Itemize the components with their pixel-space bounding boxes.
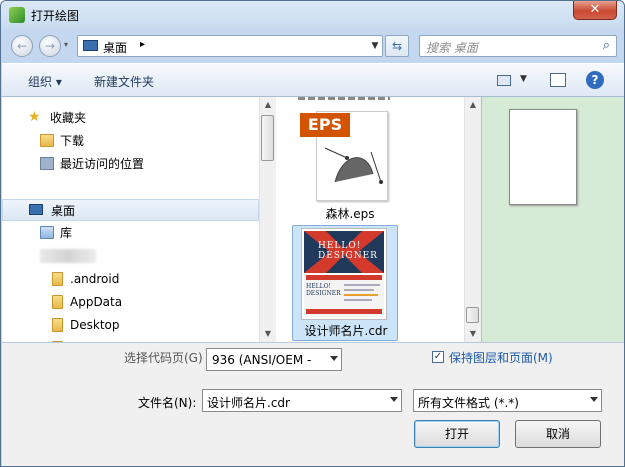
recent-places-icon: [40, 157, 54, 170]
browser-area: ★ 收藏夹 下载 最近访问的位置 桌面 库 .android AppData D…: [2, 97, 624, 342]
filetype-value: 所有文件格式 (*.*): [418, 396, 519, 410]
nav-desktop-folder[interactable]: Desktop: [2, 314, 259, 336]
filetype-select[interactable]: 所有文件格式 (*.*): [413, 389, 602, 412]
file-item-eps[interactable]: EPS 森林.eps: [290, 107, 410, 229]
view-icon[interactable]: [497, 75, 511, 86]
filename-input[interactable]: 设计师名片.cdr: [202, 389, 402, 412]
codepage-value: 936 (ANSI/OEM -: [212, 353, 312, 367]
nav-android-label: .android: [70, 272, 120, 286]
nav-favorites-label: 收藏夹: [50, 111, 87, 125]
card-back: HELLO! DESIGNER: [304, 275, 384, 317]
scroll-thumb[interactable]: [466, 307, 479, 323]
command-toolbar: 组织 ▾ 新建文件夹 ▼ ?: [2, 63, 624, 97]
card-back-hello: HELLO!: [306, 283, 331, 290]
card-hello-text: HELLO!: [318, 241, 362, 251]
star-icon: ★: [28, 109, 41, 125]
back-button[interactable]: ←: [11, 35, 33, 57]
keep-layers-label[interactable]: 保持图层和页面(M): [449, 349, 553, 366]
nav-desktop[interactable]: 桌面: [2, 199, 259, 221]
card-back-designer: DESIGNER: [306, 290, 341, 297]
downloads-folder-icon: [40, 134, 54, 147]
card-line: [344, 294, 378, 296]
card-line: [344, 284, 380, 286]
codepage-select[interactable]: 936 (ANSI/OEM -: [206, 348, 342, 371]
chevron-down-icon: [330, 356, 338, 361]
card-line: [344, 289, 374, 291]
open-drawing-dialog: 打开绘图 ✕ ← → ▾ 桌面 ▸ ▼ ⇆ 搜索 桌面 ⌕ 组织 ▾ 新建文件夹…: [0, 0, 625, 467]
filename-value: 设计师名片.cdr: [207, 396, 290, 410]
open-button[interactable]: 打开: [414, 420, 500, 448]
nav-android[interactable]: .android: [2, 268, 259, 290]
refresh-button[interactable]: ⇆: [385, 35, 409, 57]
file-list: EPS 森林.eps HELLO! DESIGNER HELLO! DESIGN…: [276, 97, 464, 342]
folder-icon: [52, 272, 63, 286]
dialog-footer: 选择代码页(G) 936 (ANSI/OEM - ✓ 保持图层和页面(M) 文件…: [2, 342, 624, 466]
library-icon: [40, 226, 54, 239]
chevron-down-icon[interactable]: [390, 397, 398, 402]
scroll-up-icon[interactable]: ▲: [260, 97, 276, 113]
cdr-thumbnail: HELLO! DESIGNER HELLO! DESIGNER: [301, 228, 387, 320]
window-title: 打开绘图: [31, 9, 80, 23]
preview-pane-toggle-icon[interactable]: [550, 73, 566, 87]
scroll-down-icon[interactable]: ▼: [465, 326, 481, 342]
preview-page: [509, 109, 577, 205]
address-text: 桌面: [103, 41, 128, 55]
nav-user-folder[interactable]: [2, 245, 259, 267]
help-icon[interactable]: ?: [586, 71, 604, 89]
forward-button[interactable]: →: [39, 35, 61, 57]
nav-favorites[interactable]: ★ 收藏夹: [2, 107, 259, 129]
file-name-cdr: 设计师名片.cdr: [304, 324, 388, 338]
address-bar[interactable]: 桌面 ▸: [77, 35, 383, 57]
filename-label: 文件名(N):: [138, 396, 197, 410]
title-bar: 打开绘图 ✕: [1, 1, 624, 29]
nav-scrollbar[interactable]: ▲ ▼: [259, 97, 276, 342]
nav-library[interactable]: 库: [2, 222, 259, 244]
navigation-pane: ★ 收藏夹 下载 最近访问的位置 桌面 库 .android AppData D…: [2, 97, 259, 342]
scroll-down-icon[interactable]: ▼: [260, 326, 276, 342]
close-button[interactable]: ✕: [573, 1, 617, 20]
partial-filename: [298, 97, 390, 100]
nav-downloads[interactable]: 下载: [2, 130, 259, 152]
file-list-scrollbar[interactable]: ▲ ▼: [464, 97, 481, 342]
card-front: HELLO! DESIGNER: [304, 231, 384, 273]
desktop-icon: [83, 40, 98, 51]
view-dropdown-icon[interactable]: ▼: [520, 74, 527, 84]
nav-recent-label: 最近访问的位置: [60, 157, 145, 171]
recent-pages-icon[interactable]: ▾: [64, 40, 68, 49]
chevron-down-icon: [590, 397, 598, 402]
file-item-cdr-selected[interactable]: HELLO! DESIGNER HELLO! DESIGNER 设计师名片.cd…: [292, 225, 398, 341]
scroll-up-icon[interactable]: ▲: [465, 97, 481, 113]
codepage-label: 选择代码页(G): [124, 351, 203, 365]
cancel-button[interactable]: 取消: [515, 420, 601, 448]
file-name-eps: 森林.eps: [325, 207, 375, 221]
card-back-stripe: [306, 275, 382, 280]
navigation-bar: ← → ▾ 桌面 ▸ ▼ ⇆ 搜索 桌面 ⌕: [1, 29, 624, 63]
card-designer-text: DESIGNER: [318, 251, 378, 261]
search-icon[interactable]: ⌕: [603, 38, 610, 53]
nav-library-label: 库: [60, 226, 73, 240]
folder-icon: [52, 295, 63, 309]
preview-pane: [481, 97, 624, 342]
blurred-user-name: [40, 249, 96, 263]
nav-appdata[interactable]: AppData: [2, 291, 259, 313]
keep-layers-checkbox[interactable]: ✓: [432, 351, 444, 363]
address-dropdown-icon[interactable]: ▼: [367, 35, 383, 57]
app-icon: [9, 7, 25, 23]
scroll-thumb[interactable]: [261, 115, 274, 161]
nav-recent[interactable]: 最近访问的位置: [2, 153, 259, 175]
search-placeholder: 搜索 桌面: [426, 41, 478, 55]
new-folder-button[interactable]: 新建文件夹: [94, 73, 154, 90]
folder-icon: [52, 318, 63, 332]
search-box[interactable]: 搜索 桌面 ⌕: [419, 35, 617, 57]
nav-desktop-label: 桌面: [51, 204, 76, 218]
nav-appdata-label: AppData: [70, 295, 123, 309]
address-chevron-icon[interactable]: ▸: [140, 39, 145, 50]
desktop-icon: [29, 204, 43, 215]
card-line: [344, 299, 372, 301]
organize-menu[interactable]: 组织 ▾: [28, 73, 62, 90]
nav-downloads-label: 下载: [60, 134, 85, 148]
card-back-stripe: [306, 309, 382, 314]
eps-badge: EPS: [300, 113, 350, 137]
nav-desktop-folder-label: Desktop: [70, 318, 120, 332]
